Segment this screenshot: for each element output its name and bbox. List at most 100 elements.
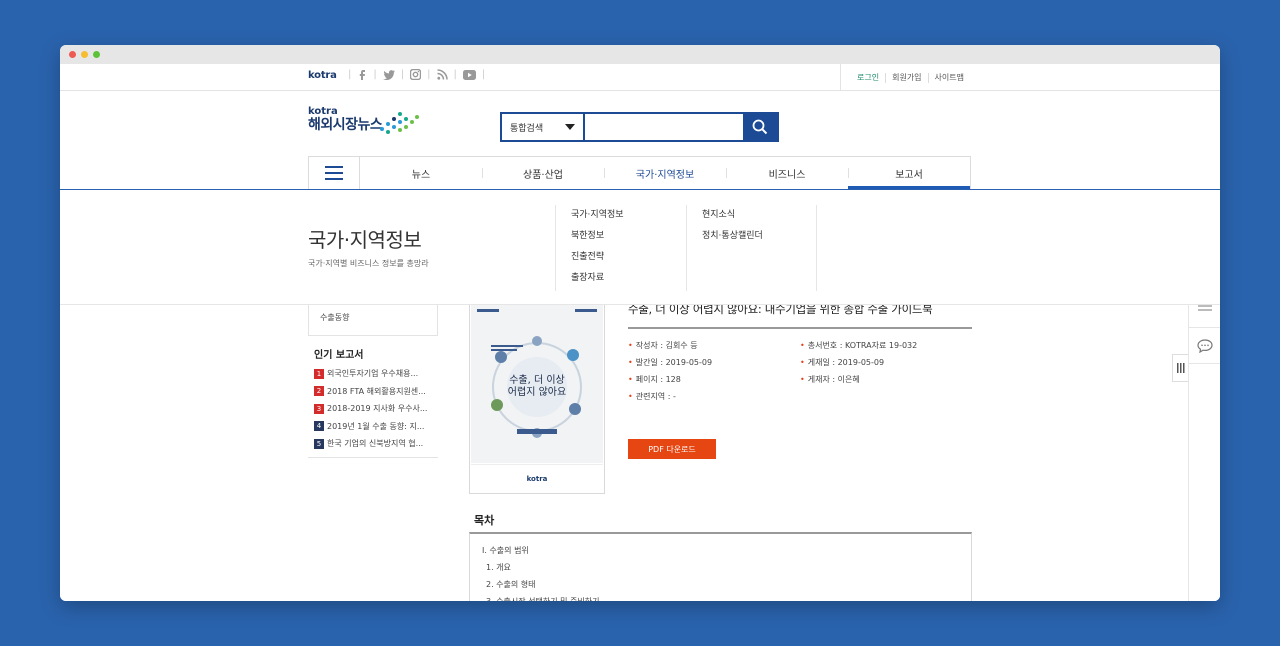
divider: | bbox=[348, 69, 352, 80]
cover-artwork: 수출, 더 이상 어렵지 않아요 bbox=[471, 305, 603, 463]
close-window-button[interactable] bbox=[69, 51, 76, 58]
toc-item: I. 수출의 범위 bbox=[482, 546, 529, 555]
main-nav: 뉴스 상품·산업 국가·지역정보 비즈니스 보고서 bbox=[308, 156, 971, 189]
popular-report-item[interactable]: 3 2018-2019 지사화 우수사... bbox=[308, 400, 438, 418]
search-input[interactable] bbox=[585, 114, 743, 140]
right-quick-menu bbox=[1188, 292, 1220, 601]
dropdown-column-2: 현지소식 정치·통상캘린더 bbox=[686, 205, 817, 291]
mega-dropdown: 국가·지역정보 국가·지역별 비즈니스 정보를 총망라 국가·지역정보 북한정보… bbox=[60, 190, 1220, 305]
meta-author-text: 작성자 : 김회수 등 bbox=[635, 341, 698, 350]
logo-brand-text: kotra bbox=[308, 106, 338, 117]
maximize-window-button[interactable] bbox=[93, 51, 100, 58]
nav-item-business[interactable]: 비즈니스 bbox=[726, 157, 848, 189]
quick-menu-toggle[interactable] bbox=[1172, 354, 1188, 382]
meta-poster: • 게재자 : 이은혜 bbox=[800, 375, 860, 384]
menu-icon bbox=[1197, 304, 1212, 311]
instagram-icon[interactable] bbox=[410, 69, 422, 80]
rank-badge: 2 bbox=[314, 386, 324, 397]
report-title: 수출, 더 이상 어렵지 않아요: 내수기업을 위한 종합 수출 가이드북 bbox=[628, 301, 972, 329]
logo-title-text: 해외시장뉴스 bbox=[308, 117, 383, 133]
popular-report-title: 2019년 1월 수출 동향: 지... bbox=[327, 421, 425, 431]
popular-reports-list: 1 외국인투자기업 우수채용... 2 2018 FTA 해외활용지원센... … bbox=[308, 365, 438, 458]
nav-item-products[interactable]: 상품·산업 bbox=[482, 157, 604, 189]
page-viewport: kotra | | | | | | 로그인 회원가입 사이트맵 kotra 해외… bbox=[60, 64, 1220, 601]
meta-pages-text: 페이지 : 128 bbox=[635, 375, 681, 384]
rank-badge: 4 bbox=[314, 421, 324, 432]
popular-reports-title: 인기 보고서 bbox=[314, 350, 364, 361]
hamburger-icon bbox=[325, 166, 343, 180]
sitemap-link[interactable]: 사이트맵 bbox=[929, 72, 970, 83]
popular-report-item[interactable]: 2 2018 FTA 해외활용지원센... bbox=[308, 383, 438, 401]
site-header: kotra 해외시장뉴스 통합검색 bbox=[60, 91, 1220, 156]
meta-poster-text: 게재자 : 이은혜 bbox=[807, 375, 860, 384]
popular-report-title: 2018 FTA 해외활용지원센... bbox=[327, 386, 426, 396]
twitter-icon[interactable] bbox=[382, 69, 395, 80]
cover-headline-line1: 수출, 더 이상 bbox=[509, 375, 565, 386]
toc-box: I. 수출의 범위 1. 개요 2. 수출의 형태 3. 수출시장 선택하기 및… bbox=[469, 532, 972, 601]
dropdown-item-trip-material[interactable]: 출장자료 bbox=[571, 268, 686, 289]
meta-region-text: 관련지역 : - bbox=[635, 392, 676, 401]
divider: | bbox=[481, 69, 486, 80]
nav-item-country[interactable]: 국가·지역정보 bbox=[604, 157, 726, 189]
quick-menu-chat[interactable] bbox=[1189, 328, 1220, 364]
meta-series: • 총서번호 : KOTRA자료 19-032 bbox=[800, 341, 918, 350]
kotra-small-logo[interactable]: kotra bbox=[308, 70, 337, 81]
browser-window: kotra | | | | | | 로그인 회원가입 사이트맵 kotra 해외… bbox=[60, 45, 1220, 601]
dropdown-item-strategy[interactable]: 진출전략 bbox=[571, 247, 686, 268]
site-logo[interactable]: kotra 해외시장뉴스 bbox=[308, 106, 419, 134]
cover-headline: 수출, 더 이상 어렵지 않아요 bbox=[471, 375, 603, 399]
dropdown-description: 국가·지역별 비즈니스 정보를 총망라 bbox=[308, 259, 429, 268]
dropdown-item-calendar[interactable]: 정치·통상캘린더 bbox=[702, 226, 816, 247]
toc-title: 목차 bbox=[474, 514, 495, 527]
nav-item-reports[interactable]: 보고서 bbox=[848, 157, 970, 189]
dropdown-item-north-korea[interactable]: 북한정보 bbox=[571, 226, 686, 247]
meta-series-text: 총서번호 : KOTRA자료 19-032 bbox=[807, 341, 918, 350]
search-icon bbox=[752, 119, 768, 135]
report-detail: 수출, 더 이상 어렵지 않아요: 내수기업을 위한 종합 수출 가이드북 • 작… bbox=[628, 301, 972, 459]
signup-link[interactable]: 회원가입 bbox=[886, 72, 927, 83]
sidebar: 수출동향 인기 보고서 1 외국인투자기업 우수채용... 2 2018 FTA… bbox=[308, 304, 438, 458]
popular-report-title: 2018-2019 지사화 우수사... bbox=[327, 404, 428, 414]
divider: | bbox=[427, 69, 431, 80]
meta-published-text: 발간일 : 2019-05-09 bbox=[635, 358, 713, 367]
rank-badge: 5 bbox=[314, 438, 324, 449]
meta-pages: • 페이지 : 128 bbox=[628, 375, 681, 384]
youtube-icon[interactable] bbox=[462, 69, 476, 80]
divider: | bbox=[373, 69, 377, 80]
rank-badge: 3 bbox=[314, 403, 324, 414]
nav-item-news[interactable]: 뉴스 bbox=[360, 157, 482, 189]
account-links: 로그인 회원가입 사이트맵 bbox=[840, 64, 970, 91]
rss-icon[interactable] bbox=[436, 69, 448, 80]
search-scope-select[interactable]: 통합검색 bbox=[502, 114, 585, 140]
search-button[interactable] bbox=[743, 114, 777, 140]
sidebar-item-export-trends[interactable]: 수출동향 bbox=[308, 304, 438, 336]
window-titlebar bbox=[60, 45, 1220, 64]
dropdown-title: 국가·지역정보 bbox=[308, 228, 422, 252]
dropdown-column-1: 국가·지역정보 북한정보 진출전략 출장자료 bbox=[555, 205, 686, 291]
toc-item: 3. 수출시장 선택하기 및 준비하기 bbox=[482, 593, 959, 601]
meta-posted: • 게재일 : 2019-05-09 bbox=[800, 358, 885, 367]
divider: | bbox=[453, 69, 457, 80]
pdf-download-button[interactable]: PDF 다운로드 bbox=[628, 439, 716, 459]
toc-item: 2. 수출의 형태 bbox=[486, 580, 536, 589]
dropdown-item-country-info[interactable]: 국가·지역정보 bbox=[571, 205, 686, 226]
divider bbox=[840, 64, 841, 91]
popular-report-item[interactable]: 5 한국 기업의 신북방지역 협... bbox=[308, 435, 438, 453]
caret-down-icon bbox=[565, 124, 575, 130]
divider: | bbox=[400, 69, 405, 80]
cover-publisher-logo: kotra bbox=[471, 464, 603, 492]
meta-author: • 작성자 : 김회수 등 bbox=[628, 341, 698, 350]
login-link[interactable]: 로그인 bbox=[851, 72, 885, 83]
meta-published: • 발간일 : 2019-05-09 bbox=[628, 358, 713, 367]
popular-report-title: 외국인투자기업 우수채용... bbox=[327, 369, 419, 379]
dropdown-item-local-news[interactable]: 현지소식 bbox=[702, 205, 816, 226]
cover-headline-line2: 어렵지 않아요 bbox=[507, 387, 567, 398]
popular-report-item[interactable]: 4 2019년 1월 수출 동향: 지... bbox=[308, 418, 438, 436]
minimize-window-button[interactable] bbox=[81, 51, 88, 58]
logo-dots-icon bbox=[380, 112, 419, 134]
popular-report-item[interactable]: 1 외국인투자기업 우수채용... bbox=[308, 365, 438, 383]
report-cover-image[interactable]: 수출, 더 이상 어렵지 않아요 kotra bbox=[469, 304, 605, 494]
search-bar: 통합검색 bbox=[500, 112, 779, 142]
all-menu-button[interactable] bbox=[309, 157, 360, 189]
facebook-icon[interactable] bbox=[357, 69, 367, 80]
